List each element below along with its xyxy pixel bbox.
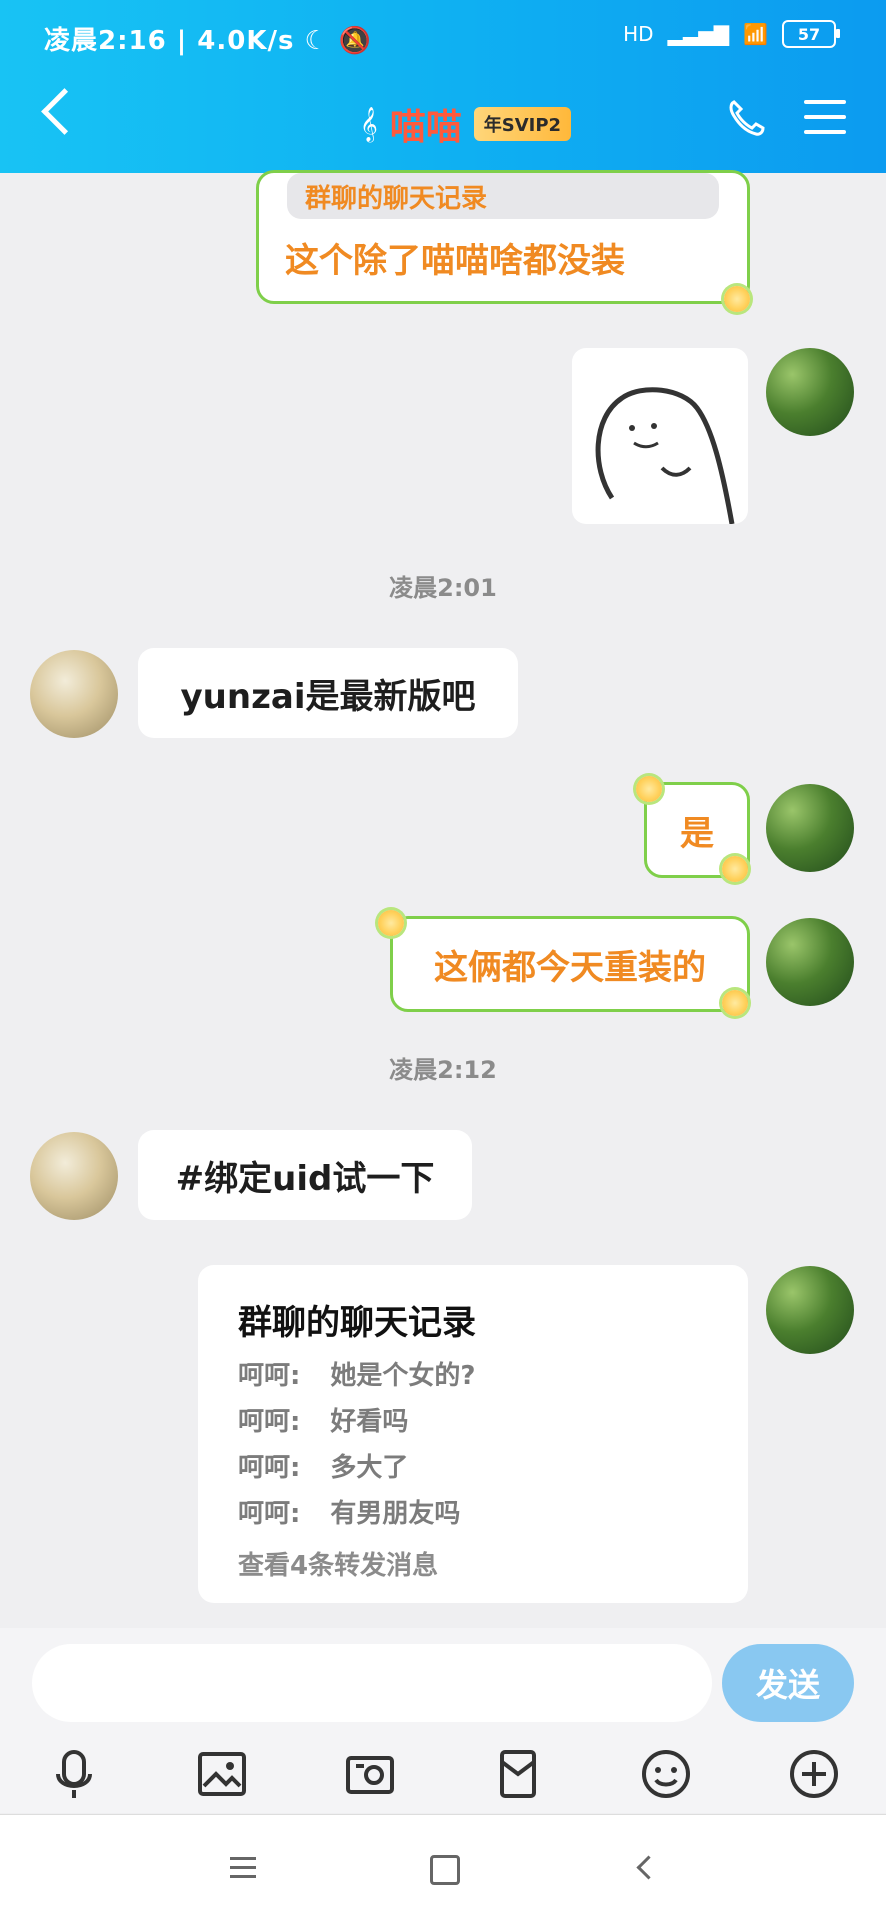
flower-decoration [724,286,750,312]
avatar-me[interactable] [766,918,854,1006]
flower-decoration [378,910,404,936]
chat-title-group[interactable]: 𝄞 喵喵 年SVIP2 [360,98,572,150]
mute-bell-icon: 🔕 [338,26,373,56]
battery-icon: 57 [782,20,840,48]
menu-icon[interactable] [804,100,846,136]
message-text: #绑定uid试一下 [175,1158,435,1199]
forward-footer[interactable]: 查看4条转发消息 [238,1545,438,1582]
system-nav-bar [0,1814,886,1921]
status-time: 凌晨2:16 [44,26,167,56]
forward-line: 呵呵: 多大了 [238,1453,409,1483]
flower-decoration [636,776,662,802]
chat-header: 凌晨2:16 | 4.0K/s ☾ 🔕 HD ▂▃▅▇ 📶 57 𝄞 喵喵 年S… [0,0,886,173]
message-bubble-me-top[interactable]: 群聊的聊天记录 这个除了喵喵啥都没装 [256,170,750,304]
status-left: 凌晨2:16 | 4.0K/s ☾ 🔕 [44,26,373,56]
timestamp: 凌晨2:01 [389,574,497,602]
message-bubble-me[interactable]: 这俩都今天重装的 [390,916,750,1012]
avatar-other[interactable] [30,650,118,738]
message-bubble-other[interactable]: yunzai是最新版吧 [138,648,518,738]
forward-title: 群聊的聊天记录 [238,1303,476,1343]
input-area: 发送 [0,1628,886,1813]
blob-sticker-icon [595,387,735,525]
avatar-me[interactable] [766,348,854,436]
quote-preview: 群聊的聊天记录 [287,173,719,219]
camera-icon[interactable] [342,1746,398,1802]
red-packet-icon[interactable] [490,1746,546,1802]
image-icon[interactable] [194,1746,250,1802]
sticker-image[interactable] [572,348,748,525]
flower-decoration [722,856,748,882]
top-message-text: 这个除了喵喵啥都没装 [285,241,625,281]
avatar-me[interactable] [766,1266,854,1354]
quote-label: 群聊的聊天记录 [305,183,488,214]
moon-icon: ☾ [304,26,339,56]
message-bubble-other[interactable]: #绑定uid试一下 [138,1130,472,1220]
send-button[interactable]: 发送 [722,1644,854,1722]
wifi-icon: 📶 [743,22,768,46]
recent-apps-icon[interactable] [230,1857,256,1878]
message-input[interactable] [32,1644,712,1722]
forwarded-chat-card[interactable]: 群聊的聊天记录 呵呵: 她是个女的? 呵呵: 好看吗 呵呵: 多大了 呵呵: 有… [198,1265,748,1603]
status-right: HD ▂▃▅▇ 📶 57 [623,20,840,48]
ear-icon: 𝄞 [360,106,378,142]
network-speed: 4.0K/s [197,26,295,56]
microphone-icon[interactable] [46,1746,102,1802]
timestamp: 凌晨2:12 [389,1056,497,1084]
hd-label: HD [623,22,654,46]
forward-line: 呵呵: 她是个女的? [238,1361,476,1391]
back-button[interactable] [41,88,88,135]
message-text: 是 [680,813,714,854]
chat-title: 喵喵 [389,107,462,148]
forward-line: 呵呵: 好看吗 [238,1407,409,1437]
message-text: 这俩都今天重装的 [434,947,706,988]
avatar-me[interactable] [766,784,854,872]
signal-icon: ▂▃▅▇ [667,22,730,46]
avatar-other[interactable] [30,1132,118,1220]
forward-line: 呵呵: 有男朋友吗 [238,1499,461,1529]
svip-badge: 年SVIP2 [473,107,572,141]
emoji-icon[interactable] [638,1746,694,1802]
flower-decoration [722,990,748,1016]
back-nav-icon[interactable] [636,1855,661,1880]
home-icon[interactable] [430,1855,460,1885]
message-text: yunzai是最新版吧 [180,676,476,717]
phone-icon[interactable] [726,98,766,138]
plus-icon[interactable] [786,1746,842,1802]
battery-level: 57 [797,24,821,44]
